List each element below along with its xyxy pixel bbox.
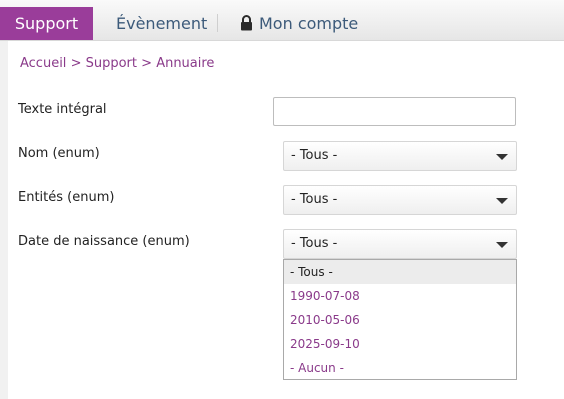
entites-label: Entités (enum) bbox=[18, 190, 115, 205]
tab-my-account[interactable]: Mon compte bbox=[240, 7, 358, 40]
birthdate-label: Date de naissance (enum) bbox=[18, 234, 190, 249]
tab-support[interactable]: Support bbox=[0, 7, 93, 40]
chevron-down-icon bbox=[496, 154, 508, 160]
dropdown-option[interactable]: 2010-05-06 bbox=[284, 308, 516, 332]
breadcrumb: Accueil > Support > Annuaire bbox=[20, 56, 214, 71]
chevron-down-icon bbox=[496, 198, 508, 204]
dropdown-option-all[interactable]: - Tous - bbox=[284, 260, 516, 284]
tab-my-account-label: Mon compte bbox=[259, 14, 359, 33]
top-nav: Support Évènement Mon compte bbox=[0, 0, 564, 41]
dropdown-option-none[interactable]: - Aucun - bbox=[284, 356, 516, 380]
breadcrumb-separator: > bbox=[141, 56, 153, 71]
full-text-label: Texte intégral bbox=[18, 102, 107, 117]
entites-select[interactable]: - Tous - bbox=[283, 185, 517, 215]
tab-event[interactable]: Évènement bbox=[116, 7, 207, 40]
birthdate-select[interactable]: - Tous - bbox=[283, 229, 517, 259]
lock-icon bbox=[240, 9, 253, 42]
full-text-input[interactable] bbox=[273, 97, 516, 126]
nom-select-value: - Tous - bbox=[291, 148, 338, 163]
breadcrumb-home[interactable]: Accueil bbox=[20, 56, 66, 71]
dropdown-option[interactable]: 1990-07-08 bbox=[284, 284, 516, 308]
tab-separator bbox=[217, 14, 218, 32]
chevron-down-icon bbox=[496, 242, 508, 248]
nom-label: Nom (enum) bbox=[18, 146, 100, 161]
birthdate-select-value: - Tous - bbox=[291, 236, 338, 251]
breadcrumb-support[interactable]: Support bbox=[86, 56, 137, 71]
breadcrumb-annuaire[interactable]: Annuaire bbox=[156, 56, 214, 71]
birthdate-dropdown-list: - Tous - 1990-07-08 2010-05-06 2025-09-1… bbox=[283, 259, 517, 380]
entites-select-value: - Tous - bbox=[291, 192, 338, 207]
dropdown-option[interactable]: 2025-09-10 bbox=[284, 332, 516, 356]
breadcrumb-separator: > bbox=[70, 56, 82, 71]
nom-select[interactable]: - Tous - bbox=[283, 141, 517, 171]
